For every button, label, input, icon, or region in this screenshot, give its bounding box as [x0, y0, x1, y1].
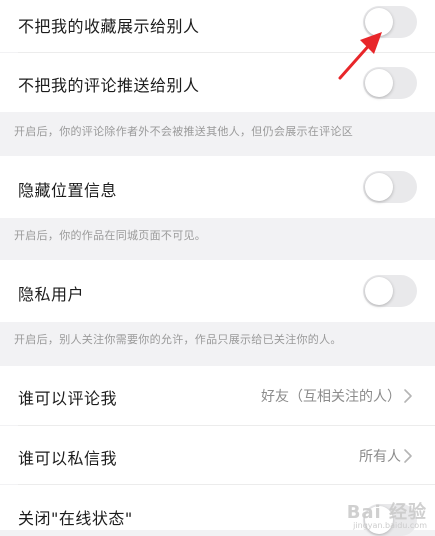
setting-description-comment-push: 开启后，你的评论除作者外不会被推送其他人，但仍会展示在评论区 — [14, 125, 353, 138]
watermark-url: jingyan.baidu.com — [353, 521, 427, 530]
setting-label-hide-location: 隐藏位置信息 — [18, 181, 118, 200]
setting-label-who-can-message: 谁可以私信我 — [18, 449, 118, 468]
setting-description-private-user: 开启后，别人关注你需要你的允许，作品只展示给已关注你的人。 — [14, 333, 342, 346]
setting-label-hide-comment-push: 不把我的评论推送给别人 — [18, 76, 200, 95]
chevron-right-icon — [404, 449, 412, 463]
toggle-private-user[interactable] — [363, 275, 417, 307]
chevron-right-icon — [404, 389, 412, 403]
toggle-hide-location[interactable] — [363, 171, 417, 203]
setting-label-private-user: 隐私用户 — [18, 285, 85, 304]
setting-description-location: 开启后，你的作品在同城页面不可见。 — [14, 229, 207, 242]
setting-row-who-can-comment[interactable]: 谁可以评论我 好友（互相关注的人） — [0, 366, 435, 425]
setting-row-hide-location: 隐藏位置信息 — [0, 156, 435, 218]
setting-row-private-user: 隐私用户 — [0, 260, 435, 322]
red-arrow-icon — [338, 32, 382, 80]
setting-value-who-can-comment: 好友（互相关注的人） — [261, 389, 401, 405]
setting-row-who-can-message[interactable]: 谁可以私信我 所有人 — [0, 426, 435, 484]
setting-label-hide-favorites: 不把我的收藏展示给别人 — [18, 17, 200, 36]
toggle-knob — [365, 277, 393, 305]
setting-value-who-can-message: 所有人 — [359, 449, 401, 465]
toggle-knob — [365, 173, 393, 201]
setting-label-online-status: 关闭"在线状态" — [18, 509, 133, 528]
setting-label-who-can-comment: 谁可以评论我 — [18, 389, 118, 408]
